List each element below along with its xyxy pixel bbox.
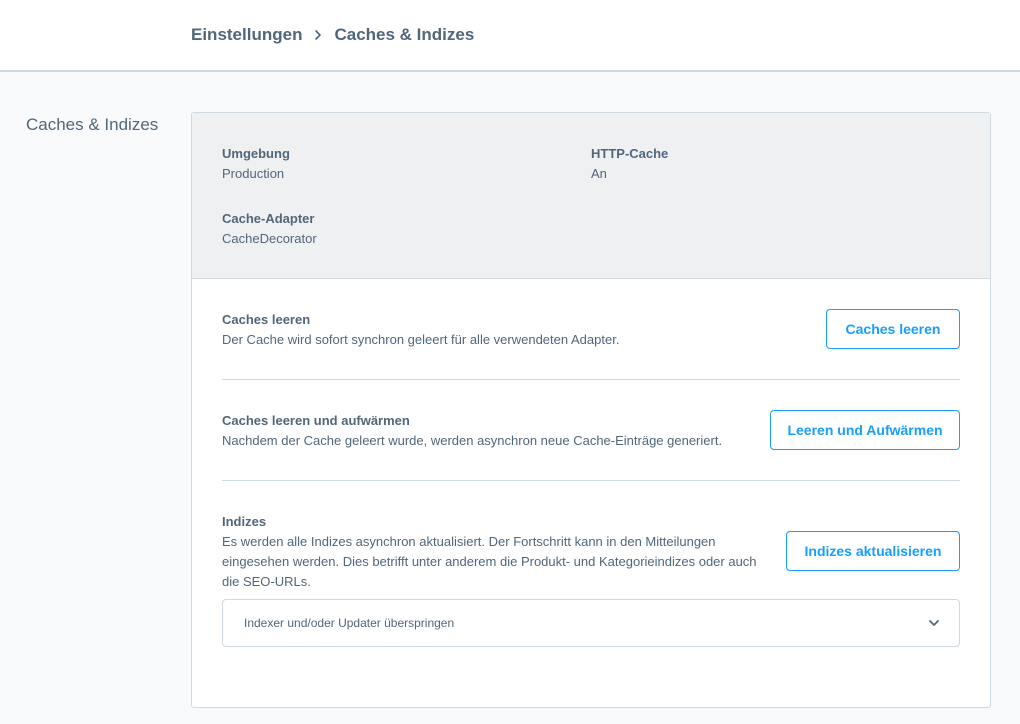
environment-value: Production xyxy=(222,166,285,181)
cache-adapter-label: Cache-Adapter xyxy=(222,211,315,226)
divider xyxy=(222,379,960,380)
skip-indexer-label: Indexer und/oder Updater überspringen xyxy=(244,616,455,630)
chevron-down-icon[interactable] xyxy=(927,616,941,630)
http-cache-info: HTTP-Cache An xyxy=(591,144,668,184)
top-bar: Einstellungen Caches & Indizes xyxy=(0,0,1020,72)
environment-info: Umgebung Production xyxy=(222,144,290,184)
http-cache-label: HTTP-Cache xyxy=(591,146,669,161)
cache-info-panel: Umgebung Production HTTP-Cache An Cache-… xyxy=(192,113,990,279)
breadcrumb-current: Caches & Indizes xyxy=(334,25,475,44)
cache-adapter-value: CacheDecorator xyxy=(222,231,317,246)
indexes-description-line: die SEO-URLs. xyxy=(222,574,311,589)
skip-indexer-dropdown[interactable]: Indexer und/oder Updater überspringen xyxy=(222,599,960,647)
update-indexes-button[interactable]: Indizes aktualisieren xyxy=(786,531,960,571)
http-cache-value: An xyxy=(591,166,607,181)
chevron-right-icon xyxy=(312,29,324,41)
caches-card: Umgebung Production HTTP-Cache An Cache-… xyxy=(191,112,991,708)
sidebar-title: Caches & Indizes xyxy=(26,115,159,134)
breadcrumb-parent[interactable]: Einstellungen xyxy=(191,25,302,45)
environment-label: Umgebung xyxy=(222,146,290,161)
cache-adapter-info: Cache-Adapter CacheDecorator xyxy=(222,209,317,249)
clear-caches-button[interactable]: Caches leeren xyxy=(826,309,960,349)
clear-and-warmup-button[interactable]: Leeren und Aufwärmen xyxy=(770,410,960,450)
breadcrumb: Einstellungen Caches & Indizes xyxy=(191,25,474,45)
indexes-title: Indizes xyxy=(222,514,267,529)
divider xyxy=(222,480,960,481)
